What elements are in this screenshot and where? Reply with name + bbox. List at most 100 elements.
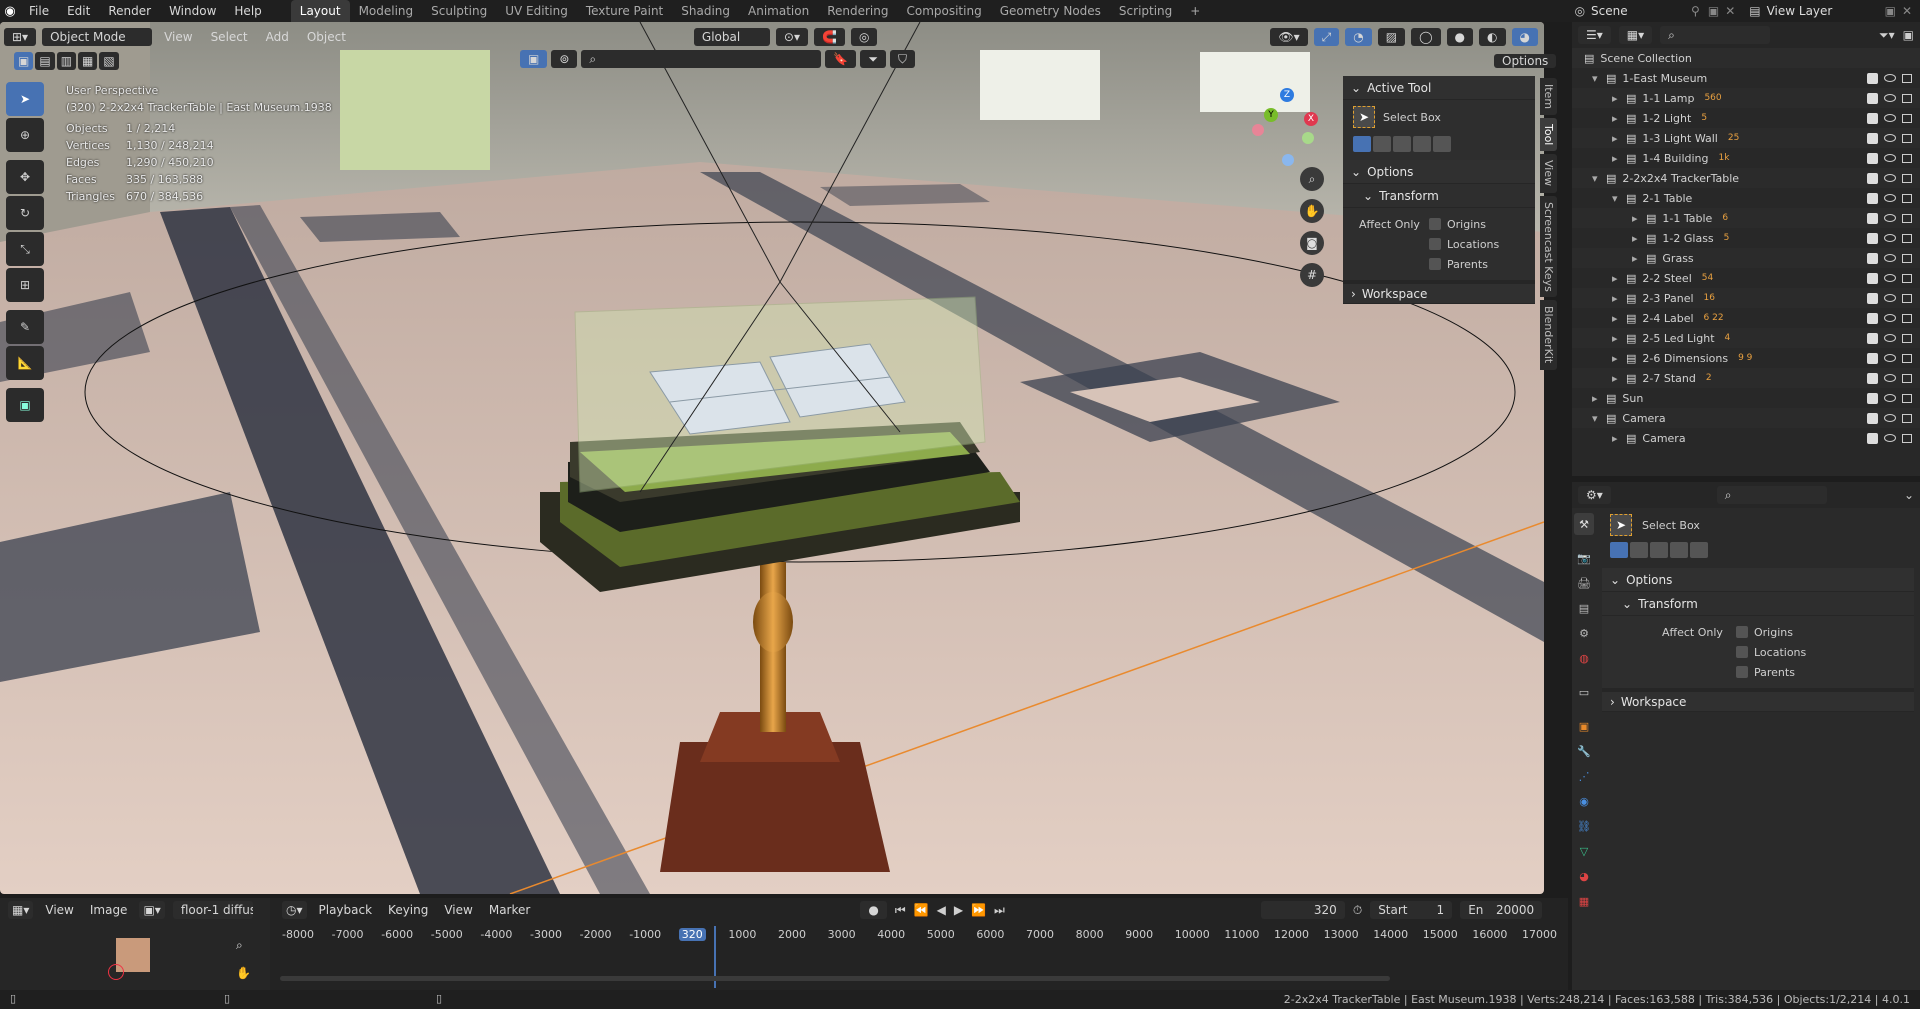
eye-icon[interactable]	[1884, 114, 1896, 122]
render-tab-icon[interactable]: 📷	[1574, 547, 1594, 569]
texture-tab-icon[interactable]: ▦	[1574, 890, 1594, 912]
exclude-checkbox[interactable]	[1867, 232, 1878, 244]
eye-icon[interactable]	[1884, 134, 1896, 142]
tab-item[interactable]: Item	[1540, 78, 1557, 116]
properties-tool-row[interactable]: ➤ Select Box	[1602, 508, 1920, 542]
tool-tab-icon[interactable]: ⚒	[1574, 513, 1594, 535]
eye-icon[interactable]	[1884, 314, 1896, 322]
render-camera-icon[interactable]	[1902, 233, 1912, 243]
timeline-scrollbar[interactable]	[280, 976, 1390, 981]
jump-end-icon[interactable]: ⏭	[994, 903, 1005, 918]
eye-icon[interactable]	[1884, 434, 1896, 442]
menu-keying[interactable]: Keying	[384, 899, 432, 921]
mode-invert-icon[interactable]	[1413, 136, 1431, 152]
annotate-tool[interactable]: ✎	[6, 310, 44, 344]
pin-icon[interactable]: ⚲	[1691, 4, 1700, 18]
transform-tool[interactable]: ⊞	[6, 268, 44, 302]
expand-right-icon[interactable]: ▸	[1612, 372, 1626, 385]
properties-workspace-header[interactable]: › Workspace	[1602, 688, 1914, 712]
eye-icon[interactable]	[1884, 414, 1896, 422]
outliner-row[interactable]: ▸ ▤ Sun	[1572, 388, 1920, 408]
options-header[interactable]: ⌄ Options	[1343, 160, 1535, 184]
material-tab-icon[interactable]: ◕	[1574, 865, 1594, 887]
menu-window[interactable]: Window	[160, 0, 225, 22]
transform-header[interactable]: ⌄ Transform	[1343, 184, 1535, 208]
expand-down-icon[interactable]: ▾	[1592, 72, 1606, 85]
move-tool[interactable]: ✥	[6, 160, 44, 194]
exclude-checkbox[interactable]	[1867, 312, 1878, 324]
outliner-row[interactable]: ▾ ▤ 1-East Museum	[1572, 68, 1920, 88]
render-camera-icon[interactable]	[1902, 333, 1912, 343]
exclude-checkbox[interactable]	[1867, 392, 1878, 404]
timeline-ruler[interactable]: -8000 -7000 -6000 -5000 -4000 -3000 -2000 -1000…	[274, 924, 1564, 984]
view-layer-icon[interactable]: ▤	[1749, 4, 1760, 18]
zoom-icon[interactable]: ⌕	[1300, 167, 1324, 191]
render-camera-icon[interactable]	[1902, 73, 1912, 83]
expand-right-icon[interactable]: ▸	[1612, 152, 1626, 165]
shading-wireframe-icon[interactable]: ◯	[1411, 28, 1441, 46]
xray-icon[interactable]: ▨	[1377, 28, 1406, 46]
object-tab-icon[interactable]: ▣	[1574, 715, 1594, 737]
gizmo-y-axis[interactable]: Y	[1264, 108, 1278, 122]
properties-options-icon[interactable]: ⌄	[1904, 488, 1914, 502]
locations-checkbox[interactable]	[1429, 238, 1441, 250]
modifier-tab-icon[interactable]: 🔧	[1574, 740, 1594, 762]
render-camera-icon[interactable]	[1902, 153, 1912, 163]
outliner-row[interactable]: ▸ ▤ 2-7 Stand 2	[1572, 368, 1920, 388]
current-frame-field[interactable]: 320	[1260, 901, 1345, 919]
eye-icon[interactable]	[1884, 354, 1896, 362]
exclude-checkbox[interactable]	[1867, 292, 1878, 304]
eye-icon[interactable]	[1884, 234, 1896, 242]
tab-compositing[interactable]: Compositing	[897, 0, 990, 22]
outliner-row[interactable]: ▸ ▤ 2-6 Dimensions 9 9	[1572, 348, 1920, 368]
scene-collection-row[interactable]: ▤ Scene Collection	[1572, 48, 1920, 68]
mode-intersect-icon[interactable]	[1433, 136, 1451, 152]
expand-right-icon[interactable]: ▸	[1612, 272, 1626, 285]
expand-right-icon[interactable]: ▸	[1612, 312, 1626, 325]
tab-tool[interactable]: Tool	[1540, 118, 1557, 152]
mode-intersect-icon[interactable]	[1690, 542, 1708, 558]
tab-rendering[interactable]: Rendering	[818, 0, 897, 22]
proportional-edit-icon[interactable]: ◎	[850, 28, 878, 46]
outliner-row[interactable]: ▸ ▤ 2-3 Panel 16	[1572, 288, 1920, 308]
rotate-tool[interactable]: ↻	[6, 196, 44, 230]
eye-icon[interactable]	[1884, 94, 1896, 102]
render-camera-icon[interactable]	[1902, 293, 1912, 303]
start-frame-field[interactable]: Start 1	[1370, 901, 1453, 919]
viewport-menu-view[interactable]: View	[158, 26, 198, 48]
play-reverse-icon[interactable]: ◀	[937, 903, 946, 917]
timeline-editor-icon[interactable]: ◷▾	[282, 901, 307, 919]
active-tool-row[interactable]: ➤ Select Box	[1343, 100, 1535, 134]
mode-subtract-icon[interactable]	[1393, 136, 1411, 152]
menu-edit[interactable]: Edit	[58, 0, 99, 22]
outliner-row[interactable]: ▸ ▤ Camera	[1572, 428, 1920, 448]
exclude-checkbox[interactable]	[1867, 252, 1878, 264]
collection-tab-icon[interactable]: ▭	[1574, 681, 1594, 703]
origins-checkbox[interactable]	[1736, 626, 1748, 638]
outliner-row[interactable]: ▸ ▤ 2-5 Led Light 4	[1572, 328, 1920, 348]
eye-icon[interactable]	[1884, 294, 1896, 302]
render-camera-icon[interactable]	[1902, 313, 1912, 323]
menu-render[interactable]: Render	[99, 0, 160, 22]
render-camera-icon[interactable]	[1902, 173, 1912, 183]
pivot-icon[interactable]: ⊙▾	[775, 28, 808, 46]
render-camera-icon[interactable]	[1902, 353, 1912, 363]
properties-search-input[interactable]: ⌕	[1716, 486, 1827, 504]
exclude-checkbox[interactable]	[1867, 172, 1878, 184]
timeline-menu-view[interactable]: View	[440, 899, 476, 921]
expand-down-icon[interactable]: ▾	[1612, 192, 1626, 205]
mode-extend-icon[interactable]	[1373, 136, 1391, 152]
copy-layer-icon[interactable]: ▣	[1885, 4, 1896, 18]
select-mode-icon[interactable]: ▣	[520, 50, 548, 68]
select-extend-icon[interactable]: ▤	[35, 52, 55, 70]
add-cube-tool[interactable]: ▣	[6, 388, 44, 422]
render-camera-icon[interactable]	[1902, 193, 1912, 203]
prev-keyframe-icon[interactable]: ⏪	[914, 903, 929, 917]
exclude-checkbox[interactable]	[1867, 72, 1878, 84]
exclude-checkbox[interactable]	[1867, 432, 1878, 444]
exclude-checkbox[interactable]	[1867, 412, 1878, 424]
render-camera-icon[interactable]	[1902, 373, 1912, 383]
outliner-row[interactable]: ▸ ▤ 1-4 Building 1k	[1572, 148, 1920, 168]
view-layer-tab-icon[interactable]: ▤	[1574, 597, 1594, 619]
shading-material-icon[interactable]: ◐	[1479, 28, 1506, 46]
